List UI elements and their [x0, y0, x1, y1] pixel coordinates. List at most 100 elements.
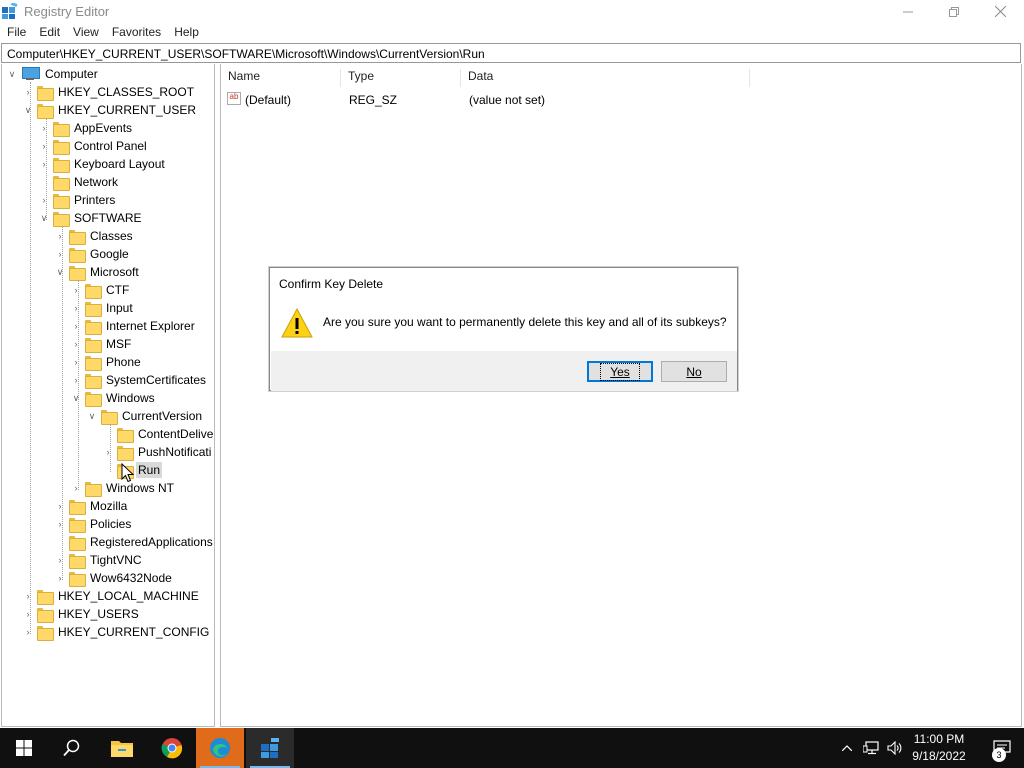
- chevron-right-icon[interactable]: ›: [70, 374, 82, 386]
- minimize-button[interactable]: [885, 0, 931, 23]
- tree-item-registeredapplications[interactable]: RegisteredApplications: [54, 533, 214, 551]
- tree-item-msf[interactable]: › MSF: [70, 335, 133, 353]
- folder-icon: [69, 517, 86, 533]
- taskbar-file-explorer[interactable]: [98, 728, 146, 768]
- taskbar: 11:00 PM 9/18/2022 3: [0, 728, 1024, 768]
- system-clock[interactable]: 11:00 PM 9/18/2022: [906, 731, 972, 765]
- chevron-down-icon[interactable]: ∨: [70, 392, 82, 404]
- chevron-right-icon[interactable]: ›: [22, 626, 34, 638]
- tree-item-software[interactable]: ∨ SOFTWARE: [38, 209, 144, 227]
- tree-item-hkey-current-user[interactable]: ∨ HKEY_CURRENT_USER: [22, 101, 198, 119]
- tree-item-label: ContentDelive: [138, 427, 214, 441]
- minimize-icon: [903, 11, 913, 12]
- tree-item-ctf[interactable]: › CTF: [70, 281, 131, 299]
- chevron-right-icon[interactable]: ›: [70, 338, 82, 350]
- no-button-label: No: [686, 364, 702, 379]
- chevron-down-icon[interactable]: ∨: [38, 212, 50, 224]
- table-row[interactable]: ab (Default) REG_SZ (value not set): [221, 91, 821, 109]
- column-header-name[interactable]: Name: [221, 69, 341, 87]
- tree-item-appevents[interactable]: › AppEvents: [38, 119, 134, 137]
- chevron-right-icon[interactable]: ›: [70, 284, 82, 296]
- menu-edit[interactable]: Edit: [32, 24, 66, 42]
- chevron-right-icon[interactable]: ›: [54, 554, 66, 566]
- volume-control[interactable]: [884, 728, 906, 768]
- tree-item-computer[interactable]: ∨ Computer: [6, 65, 100, 83]
- chevron-right-icon[interactable]: ›: [54, 248, 66, 260]
- tree-item-wow6432node[interactable]: › Wow6432Node: [54, 569, 174, 587]
- tree-item-input[interactable]: › Input: [70, 299, 135, 317]
- folder-icon: [101, 409, 118, 425]
- tree-item-label: MSF: [106, 337, 132, 351]
- chevron-right-icon[interactable]: ›: [54, 518, 66, 530]
- show-hidden-icons-button[interactable]: [838, 728, 856, 768]
- close-button[interactable]: [977, 0, 1023, 23]
- chevron-right-icon[interactable]: ›: [22, 608, 34, 620]
- chevron-right-icon[interactable]: ›: [22, 590, 34, 602]
- chevron-right-icon[interactable]: ›: [38, 140, 50, 152]
- tree-item-hkey-classes-root[interactable]: › HKEY_CLASSES_ROOT: [22, 83, 196, 101]
- chevron-right-icon[interactable]: ›: [38, 194, 50, 206]
- chevron-right-icon[interactable]: ›: [38, 122, 50, 134]
- chevron-down-icon[interactable]: ∨: [54, 266, 66, 278]
- restore-button[interactable]: [931, 0, 977, 23]
- window-title: Registry Editor: [24, 4, 110, 19]
- chevron-right-icon[interactable]: ›: [102, 446, 114, 458]
- chevron-right-icon[interactable]: ›: [70, 482, 82, 494]
- folder-icon: [85, 301, 102, 317]
- taskbar-chrome[interactable]: [148, 728, 196, 768]
- tree-item-hkey-users[interactable]: › HKEY_USERS: [22, 605, 141, 623]
- no-button[interactable]: No: [661, 361, 727, 382]
- tree-item-policies[interactable]: › Policies: [54, 515, 133, 533]
- tree-item-pushnotifications[interactable]: › PushNotificati: [102, 443, 213, 461]
- chevron-right-icon[interactable]: ›: [54, 230, 66, 242]
- tree-item-phone[interactable]: › Phone: [70, 353, 143, 371]
- search-icon: [63, 739, 80, 757]
- chevron-down-icon[interactable]: ∨: [86, 410, 98, 422]
- taskbar-registry-editor[interactable]: [246, 728, 294, 768]
- tree-item-label: Internet Explorer: [106, 319, 195, 333]
- tree-item-currentversion[interactable]: ∨ CurrentVersion: [86, 407, 204, 425]
- start-button[interactable]: [0, 728, 48, 768]
- address-bar[interactable]: Computer\HKEY_CURRENT_USER\SOFTWARE\Micr…: [1, 43, 1021, 63]
- chevron-down-icon[interactable]: ∨: [6, 68, 18, 80]
- tree-item-label: Keyboard Layout: [74, 157, 165, 171]
- menu-file[interactable]: File: [0, 24, 32, 42]
- tree-item-hkey-local-machine[interactable]: › HKEY_LOCAL_MACHINE: [22, 587, 201, 605]
- taskbar-edge[interactable]: [196, 728, 244, 768]
- tree-item-keyboard-layout[interactable]: › Keyboard Layout: [38, 155, 167, 173]
- chevron-right-icon[interactable]: ›: [38, 158, 50, 170]
- tree-item-google[interactable]: › Google: [54, 245, 131, 263]
- tree-item-printers[interactable]: › Printers: [38, 191, 117, 209]
- tree-item-mozilla[interactable]: › Mozilla: [54, 497, 129, 515]
- menu-help[interactable]: Help: [167, 24, 205, 42]
- clock-time: 11:00 PM: [913, 732, 965, 746]
- tree-item-microsoft[interactable]: ∨ Microsoft: [54, 263, 141, 281]
- folder-icon: [85, 481, 102, 497]
- tree-item-control-panel[interactable]: › Control Panel: [38, 137, 149, 155]
- tree-item-systemcertificates[interactable]: › SystemCertificates: [70, 371, 208, 389]
- menu-view[interactable]: View: [66, 24, 105, 42]
- network-status[interactable]: [860, 728, 882, 768]
- tree-item-network[interactable]: Network: [38, 173, 120, 191]
- values-list: Name Type Data ab (Default) REG_SZ (valu…: [220, 64, 1022, 727]
- tree-item-tightvnc[interactable]: › TightVNC: [54, 551, 144, 569]
- tree-item-windows[interactable]: ∨ Windows: [70, 389, 157, 407]
- tree-item-label: Printers: [74, 193, 116, 207]
- title-bar: Registry Editor: [0, 0, 1024, 23]
- tree-item-classes[interactable]: › Classes: [54, 227, 135, 245]
- tree-item-contentdelivery[interactable]: ContentDelive: [102, 425, 214, 443]
- chevron-right-icon[interactable]: ›: [70, 320, 82, 332]
- yes-button[interactable]: Yes: [587, 361, 653, 382]
- chevron-right-icon[interactable]: ›: [70, 356, 82, 368]
- menu-favorites[interactable]: Favorites: [105, 24, 167, 42]
- chevron-down-icon[interactable]: ∨: [22, 104, 34, 116]
- chevron-right-icon[interactable]: ›: [70, 302, 82, 314]
- search-button[interactable]: [48, 728, 96, 768]
- column-header-type[interactable]: Type: [341, 69, 461, 87]
- tree-item-hkey-current-config[interactable]: › HKEY_CURRENT_CONFIG: [22, 623, 211, 641]
- chevron-right-icon[interactable]: ›: [54, 500, 66, 512]
- tree-item-internet-explorer[interactable]: › Internet Explorer: [70, 317, 197, 335]
- chevron-right-icon[interactable]: ›: [54, 572, 66, 584]
- chevron-right-icon[interactable]: ›: [22, 86, 34, 98]
- column-header-data[interactable]: Data: [461, 69, 750, 87]
